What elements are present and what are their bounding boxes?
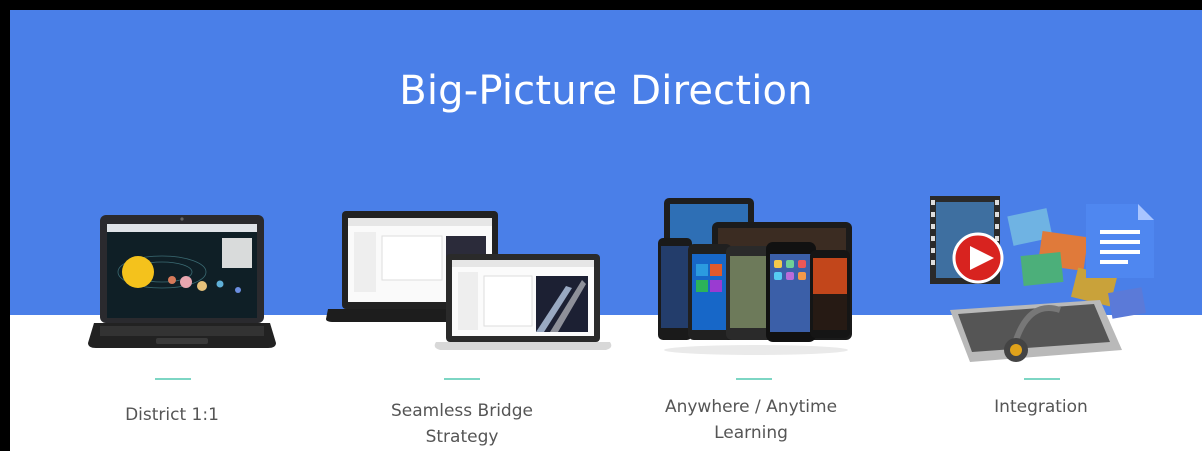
screen-frame: Big-Picture Direction District 1:1 Seaml…: [0, 0, 1202, 451]
accent-rule: [736, 378, 772, 380]
item-label: District 1:1: [92, 402, 252, 428]
page: Big-Picture Direction District 1:1 Seaml…: [10, 10, 1202, 451]
item-label: Integration: [961, 394, 1121, 420]
accent-rule: [155, 378, 191, 380]
item-label-line2: Learning: [714, 423, 788, 443]
item-label: Anywhere / Anytime Learning: [646, 394, 856, 446]
item-label-line1: District 1:1: [125, 405, 219, 425]
accent-rule: [1024, 378, 1060, 380]
item-label-line1: Seamless Bridge: [391, 401, 533, 421]
item-label-line1: Integration: [994, 397, 1088, 417]
page-title: Big-Picture Direction: [399, 68, 813, 114]
item-label: Seamless Bridge Strategy: [362, 398, 562, 450]
accent-rule: [444, 378, 480, 380]
item-label-line2: Strategy: [425, 427, 499, 447]
item-label-line1: Anywhere / Anytime: [664, 397, 838, 417]
header-band: [10, 10, 1202, 315]
